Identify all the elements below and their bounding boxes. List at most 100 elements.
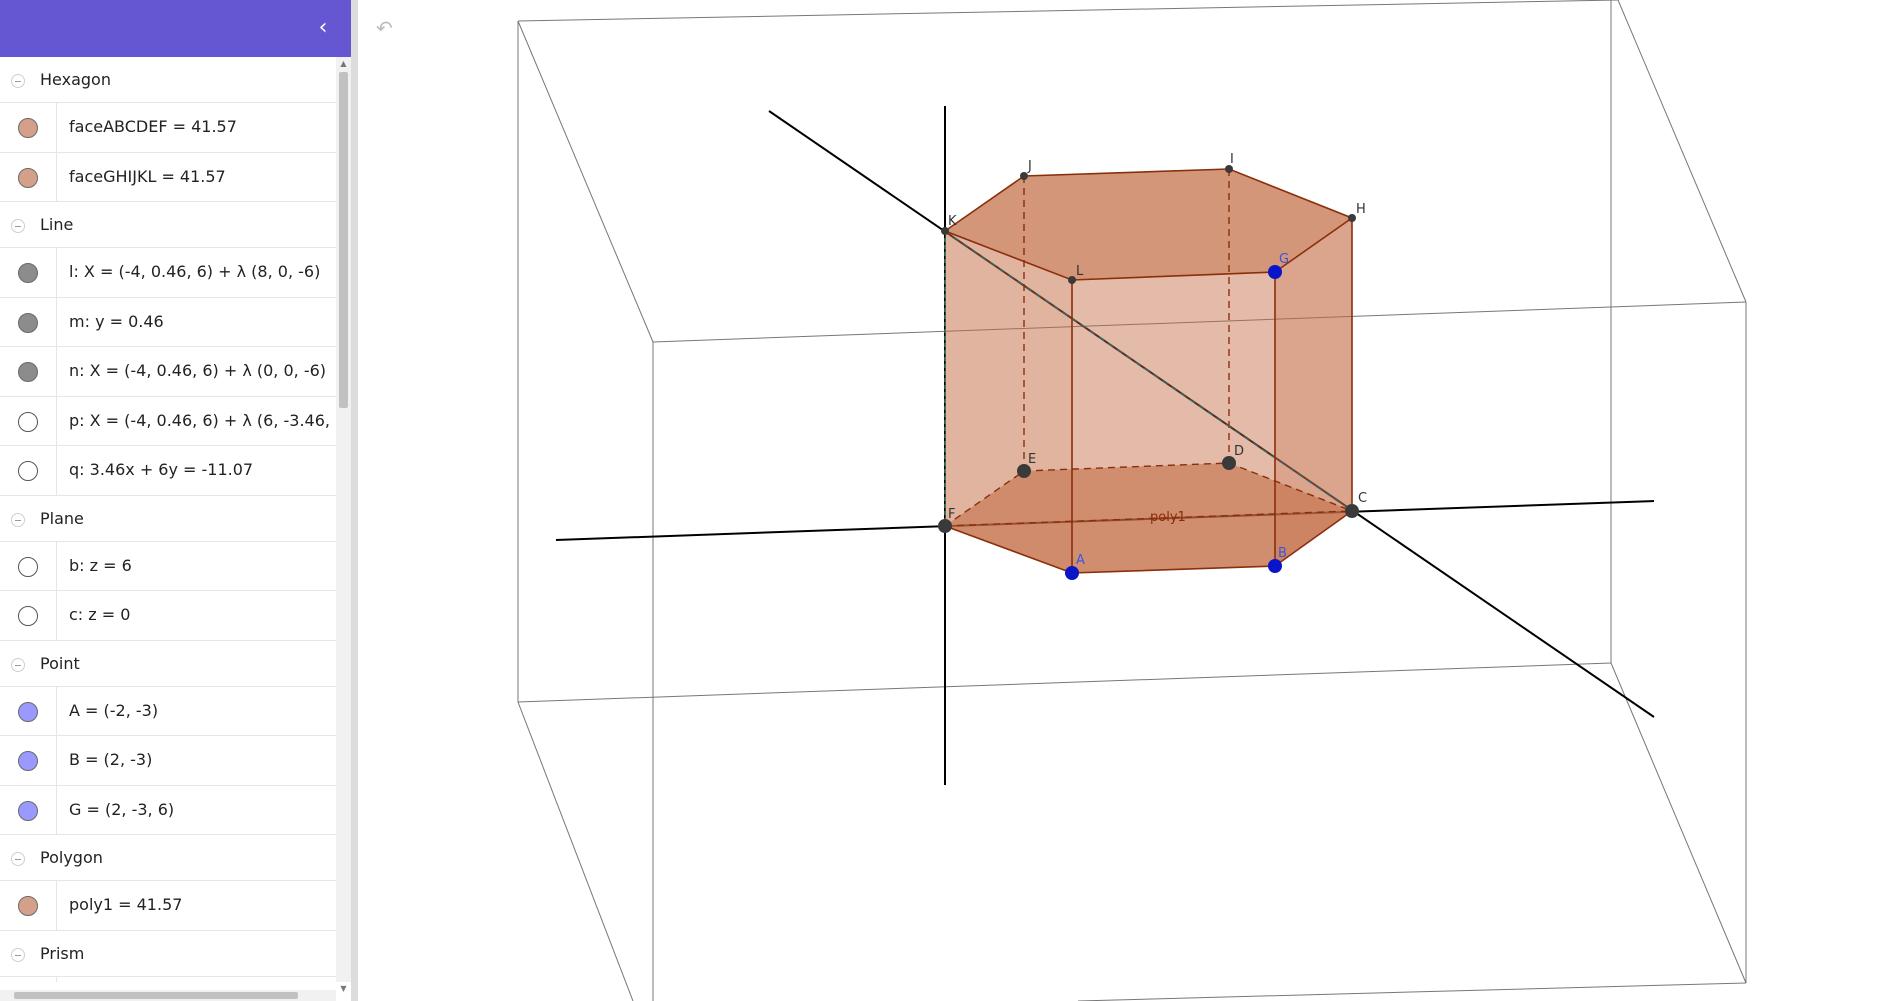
group-header-hexagon[interactable]: Hexagon — [0, 57, 336, 103]
point-l[interactable] — [1068, 276, 1076, 284]
graphics-3d-view[interactable]: A B C D E F G H I J K L poly1 — [358, 0, 1900, 1001]
algebra-expression[interactable]: B = (2, -3) — [69, 750, 152, 769]
algebra-item[interactable]: n: X = (-4, 0.46, 6) + λ (0, 0, -6) — [0, 347, 336, 397]
visibility-toggle[interactable] — [0, 591, 57, 640]
collapse-group-icon[interactable] — [11, 657, 25, 672]
scroll-down-icon[interactable]: ▼ — [339, 984, 348, 994]
point-c[interactable] — [1345, 504, 1359, 518]
algebra-expression[interactable]: b: z = 6 — [69, 556, 132, 575]
bounding-box-edge — [517, 662, 1612, 703]
collapse-group-icon[interactable] — [11, 219, 25, 233]
visibility-marble-icon[interactable] — [18, 751, 38, 771]
group-header-prism[interactable]: Prism — [0, 931, 336, 977]
algebra-item[interactable]: G = (2, -3, 6) — [0, 785, 336, 835]
visibility-marble-icon[interactable] — [18, 118, 38, 138]
visibility-toggle[interactable] — [0, 976, 57, 982]
visibility-toggle[interactable] — [0, 347, 57, 396]
visibility-marble-icon[interactable] — [18, 800, 38, 821]
group-header-point[interactable]: Point — [0, 641, 336, 687]
chevron-left-icon[interactable]: ‹ — [309, 14, 337, 42]
point-h[interactable] — [1348, 214, 1356, 222]
algebra-item[interactable]: poly1 = 41.57 — [0, 881, 336, 931]
visibility-toggle[interactable] — [0, 396, 57, 445]
visibility-marble-icon[interactable] — [18, 556, 38, 577]
group-header-plane[interactable]: Plane — [0, 496, 336, 542]
algebra-item[interactable]: B = (2, -3) — [0, 736, 336, 786]
horizontal-scrollbar[interactable] — [0, 990, 336, 1001]
label-g: G — [1279, 252, 1289, 267]
algebra-list: Hexagon faceABCDEF = 41.57 faceGHIJKL = 41… — [0, 57, 336, 982]
label-f: F — [948, 507, 955, 522]
point-a[interactable] — [1065, 566, 1079, 580]
algebra-view: ‹ Hexagon faceABCDEF = 41.57 faceGHIJKL = … — [0, 0, 351, 1001]
algebra-expression[interactable]: G = (2, -3, 6) — [69, 800, 174, 819]
visibility-marble-icon[interactable] — [18, 896, 38, 916]
algebra-item[interactable]: faceGHIJKL = 41.57 — [0, 152, 336, 202]
visibility-marble-icon[interactable] — [18, 606, 38, 626]
vertical-scrollbar[interactable]: ▲ ▼ — [336, 57, 351, 993]
visibility-marble-icon[interactable] — [18, 312, 38, 333]
label-d: D — [1234, 444, 1244, 459]
algebra-item[interactable]: b: z = 6 — [0, 541, 336, 591]
label-j: J — [1027, 159, 1032, 174]
visibility-marble-icon[interactable] — [18, 461, 38, 481]
group-header-polygon[interactable]: Polygon — [0, 835, 336, 881]
visibility-toggle[interactable] — [0, 736, 57, 785]
visibility-marble-icon[interactable] — [18, 701, 38, 722]
group-label: Line — [40, 215, 74, 234]
label-a: A — [1076, 553, 1085, 568]
label-b: B — [1278, 546, 1287, 561]
bounding-box-edge — [517, 0, 1619, 22]
algebra-expression[interactable]: q: 3.46x + 6y = -11.07 — [69, 460, 253, 479]
algebra-expression[interactable]: poly1 = 41.57 — [69, 895, 182, 914]
algebra-header: ‹ — [0, 0, 351, 57]
algebra-item[interactable]: faceABCDEF = 41.57 — [0, 103, 336, 153]
visibility-marble-icon[interactable] — [18, 263, 38, 283]
group-label: Hexagon — [40, 70, 111, 89]
visibility-toggle[interactable] — [0, 686, 57, 735]
algebra-expression[interactable]: p: X = (-4, 0.46, 6) + λ (6, -3.46, — [69, 411, 330, 430]
collapse-group-icon[interactable] — [11, 852, 25, 866]
visibility-toggle[interactable] — [0, 446, 57, 495]
label-k: K — [948, 214, 957, 229]
visibility-toggle[interactable] — [0, 881, 57, 930]
algebra-item[interactable]: q: 3.46x + 6y = -11.07 — [0, 446, 336, 496]
algebra-expression[interactable]: A = (-2, -3) — [69, 701, 158, 720]
scroll-up-icon[interactable]: ▲ — [339, 59, 348, 69]
collapse-group-icon[interactable] — [11, 74, 25, 88]
hexagonal-prism — [943, 168, 1354, 574]
vertical-scroll-thumb[interactable] — [339, 72, 348, 408]
visibility-toggle[interactable] — [0, 541, 57, 590]
algebra-expression[interactable]: faceABCDEF = 41.57 — [69, 117, 237, 136]
point-b[interactable] — [1268, 559, 1282, 573]
algebra-item[interactable]: A = (-2, -3) — [0, 686, 336, 736]
graphics-3d-canvas[interactable]: A B C D E F G H I J K L poly1 — [358, 0, 1900, 1001]
visibility-toggle[interactable] — [0, 103, 57, 152]
algebra-expression[interactable]: l: X = (-4, 0.46, 6) + λ (8, 0, -6) — [69, 262, 320, 281]
algebra-expression[interactable]: faceGHIJKL = 41.57 — [69, 167, 226, 186]
point-g[interactable] — [1268, 265, 1282, 279]
collapse-group-icon[interactable] — [11, 947, 25, 962]
algebra-expression[interactable]: n: X = (-4, 0.46, 6) + λ (0, 0, -6) — [69, 361, 326, 380]
view-divider[interactable] — [351, 0, 358, 1001]
algebra-item[interactable]: m: y = 0.46 — [0, 297, 336, 347]
visibility-marble-icon[interactable] — [18, 167, 38, 188]
visibility-marble-icon[interactable] — [18, 411, 38, 432]
algebra-item[interactable]: l: X = (-4, 0.46, 6) + λ (8, 0, -6) — [0, 248, 336, 298]
algebra-expression[interactable]: m: y = 0.46 — [69, 312, 164, 331]
visibility-toggle[interactable] — [0, 248, 57, 297]
algebra-item[interactable]: p: X = (-4, 0.46, 6) + λ (6, -3.46, — [0, 396, 336, 446]
collapse-group-icon[interactable] — [11, 512, 25, 527]
algebra-item[interactable]: e = 249.42 — [0, 976, 336, 982]
visibility-toggle[interactable] — [0, 297, 57, 346]
visibility-toggle[interactable] — [0, 152, 57, 201]
algebra-expression[interactable]: c: z = 0 — [69, 605, 130, 624]
visibility-marble-icon[interactable] — [18, 362, 38, 382]
group-header-line[interactable]: Line — [0, 202, 336, 248]
point-j[interactable] — [1020, 172, 1028, 180]
label-poly1: poly1 — [1150, 510, 1186, 525]
visibility-toggle[interactable] — [0, 785, 57, 834]
algebra-item[interactable]: c: z = 0 — [0, 591, 336, 641]
horizontal-scroll-thumb[interactable] — [14, 992, 298, 999]
group-label: Polygon — [40, 848, 103, 867]
